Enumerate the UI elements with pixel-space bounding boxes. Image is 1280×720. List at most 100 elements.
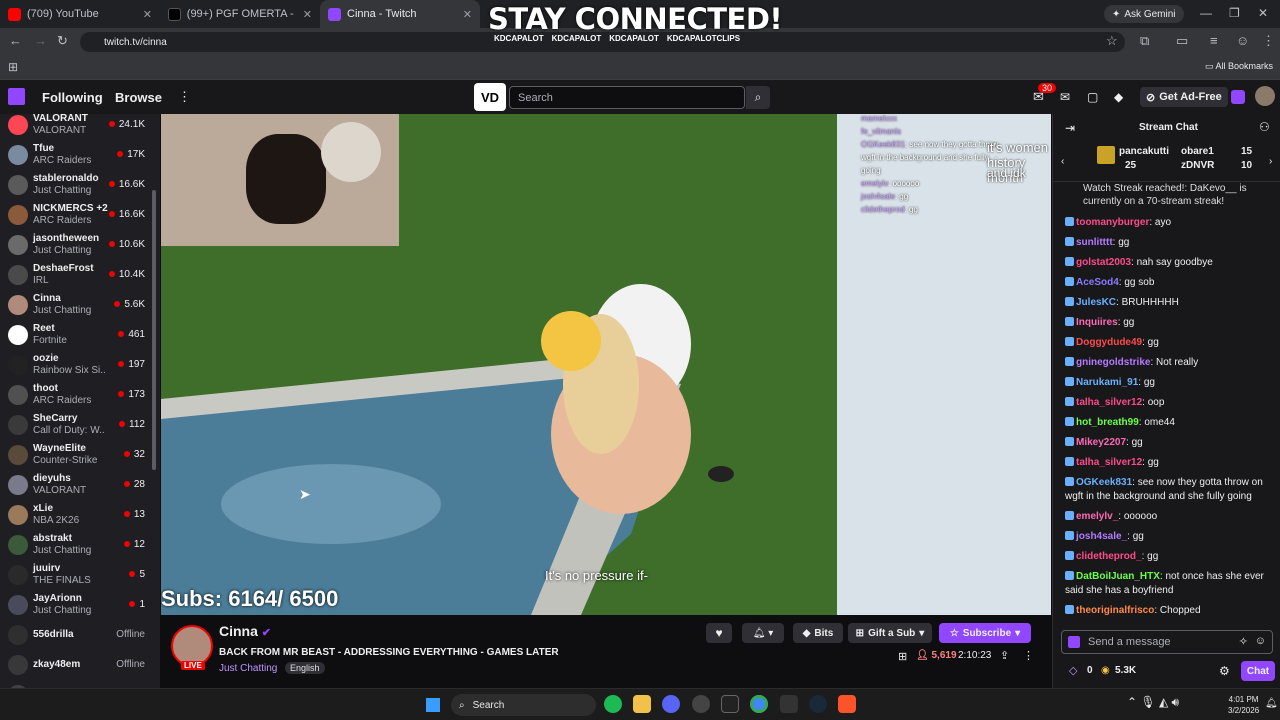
whispers-icon[interactable]: ✉ — [1060, 90, 1070, 104]
users-icon[interactable]: ⚇ — [1259, 120, 1270, 134]
all-bookmarks-button[interactable]: ▭ All Bookmarks — [1205, 61, 1273, 72]
sidebar-channel[interactable]: DeshaeFrost IRL 10.4K — [0, 260, 155, 290]
epic-games-icon[interactable] — [721, 695, 739, 713]
chat-username[interactable]: emelylv_ — [1076, 511, 1118, 522]
nav-browse[interactable]: Browse — [115, 90, 162, 105]
sidebar-channel[interactable]: Reet Fortnite 461 — [0, 320, 155, 350]
vd-logo[interactable]: VD — [474, 83, 506, 111]
back-icon[interactable]: ← — [9, 33, 22, 48]
notification-bell-button[interactable]: 🔔︎ ▾ — [742, 623, 784, 643]
chat-username[interactable]: hot_breath99 — [1076, 417, 1139, 428]
follow-heart-button[interactable]: ♥ — [706, 623, 732, 643]
chat-username[interactable]: talha_silver12 — [1076, 457, 1142, 468]
clip-grid-icon[interactable]: ⊞ — [898, 650, 907, 663]
search-button[interactable]: ⌕ — [746, 86, 770, 109]
get-ad-free-button[interactable]: ⊘ Get Ad-Free — [1140, 87, 1228, 107]
chrome-icon[interactable] — [750, 695, 768, 713]
app-icon[interactable] — [780, 695, 798, 713]
chat-username[interactable]: Mikey2207 — [1076, 437, 1126, 448]
close-icon[interactable]: ✕ — [143, 8, 152, 21]
tab-tiktok[interactable]: (99+) PGF OMERTA - ON POINT ✕ — [160, 0, 320, 28]
spotify-icon[interactable] — [604, 695, 622, 713]
tab-youtube[interactable]: (709) YouTube ✕ — [0, 0, 160, 28]
chat-username[interactable]: JulesKC — [1076, 297, 1116, 308]
minimize-icon[interactable]: — — [1200, 6, 1212, 20]
chat-settings-gear-icon[interactable]: ⚙ — [1219, 664, 1230, 678]
extensions-icon[interactable]: ⧉ — [1140, 33, 1149, 49]
emote-smile-icon[interactable]: ☺ — [1255, 635, 1266, 647]
chat-username[interactable]: Doggydude49 — [1076, 337, 1142, 348]
ask-gemini-button[interactable]: ✦ Ask Gemini — [1104, 5, 1184, 23]
tray-icons[interactable]: ⌃ 🎙︎ ◭ 🔊︎ — [1127, 695, 1179, 710]
stream-category[interactable]: Just Chatting — [219, 663, 277, 674]
close-icon[interactable]: ✕ — [303, 8, 312, 21]
chat-username[interactable]: Narukami_91 — [1076, 377, 1138, 388]
chevron-right-icon[interactable]: › — [1269, 156, 1272, 167]
sidebar-channel[interactable]: WayneElite Counter-Strike 32 — [0, 440, 155, 470]
chat-username[interactable]: theoriginalfrisco — [1076, 605, 1154, 616]
steam-icon[interactable] — [809, 695, 827, 713]
share-icon[interactable]: ⇪ — [1000, 649, 1009, 662]
chat-username[interactable]: OGKeek831 — [1076, 477, 1132, 488]
chat-username[interactable]: josh4sale_ — [1076, 531, 1127, 542]
taskbar-search[interactable]: ⌕ Search — [451, 694, 596, 716]
sidebar-channel[interactable]: thoot ARC Raiders 173 — [0, 380, 155, 410]
apps-grid-icon[interactable]: ⊞ — [8, 60, 18, 74]
chat-send-button[interactable]: Chat — [1241, 661, 1275, 681]
language-tag[interactable]: English — [285, 662, 325, 674]
settings-app-icon[interactable] — [692, 695, 710, 713]
sidebar-channel[interactable]: JayArionn Just Chatting 1 — [0, 590, 155, 620]
menu-icon[interactable]: ≡ — [1210, 33, 1218, 48]
bookmark-star-icon[interactable]: ☆ — [1106, 33, 1118, 49]
bits-button[interactable]: ◆ Bits — [793, 623, 843, 643]
sidebar-channel[interactable]: abstrakt Just Chatting 12 — [0, 530, 155, 560]
user-avatar[interactable] — [1255, 86, 1275, 106]
twitch-search-input[interactable]: Search — [509, 86, 745, 109]
chat-username[interactable]: sunlitttt — [1076, 237, 1113, 248]
chat-username[interactable]: talha_silver12 — [1076, 397, 1142, 408]
forward-icon[interactable]: → — [34, 33, 47, 48]
chat-username[interactable]: golstat2003 — [1076, 257, 1131, 268]
notifications-bell-icon[interactable]: 🔔︎ — [1265, 698, 1278, 709]
restore-icon[interactable]: ❐ — [1229, 6, 1240, 20]
sidebar-channel[interactable]: xLie NBA 2K26 13 — [0, 500, 155, 530]
sidebar-channel[interactable]: SheCarry Call of Duty: W... 112 — [0, 410, 155, 440]
profile-icon[interactable]: ☺ — [1236, 33, 1249, 48]
sidebar-channel[interactable]: stableronaldo Just Chatting 16.6K — [0, 170, 155, 200]
sidebar-channel[interactable]: Cinna Just Chatting 5.6K — [0, 290, 155, 320]
file-explorer-icon[interactable] — [633, 695, 651, 713]
subscribe-button[interactable]: ☆ Subscribe ▾ — [939, 623, 1031, 643]
sidebar-channel[interactable]: zkay48em Offline — [0, 650, 155, 680]
magic-icon[interactable]: ✧ — [1239, 635, 1248, 648]
more-menu-icon[interactable]: ⋮ — [178, 89, 191, 105]
sidebar-channel[interactable]: 556drilla Offline — [0, 620, 155, 650]
window-close-icon[interactable]: ✕ — [1258, 6, 1268, 20]
chat-username[interactable]: clidetheprod_ — [1076, 551, 1142, 562]
crown-icon[interactable]: ◆ — [1114, 90, 1123, 104]
sidebar-channel[interactable]: VibesByToniOffline — [0, 680, 155, 688]
sidebar-channel[interactable]: NICKMERCS +2 ARC Raiders 16.6K — [0, 200, 155, 230]
clock[interactable]: 4:01 PM 3/2/2026 — [1228, 694, 1259, 716]
tab-twitch[interactable]: Cinna - Twitch ✕ — [320, 0, 480, 28]
brave-icon[interactable] — [838, 695, 856, 713]
channel-points-icon[interactable]: ◇ — [1069, 664, 1077, 677]
sidebar-channel[interactable]: Tfue ARC Raiders 17K — [0, 140, 155, 170]
send-message-input[interactable]: Send a message ✧ ☺ — [1061, 630, 1273, 654]
collapse-chat-icon[interactable]: ⇥ — [1065, 121, 1075, 135]
chevron-left-icon[interactable]: ‹ — [1061, 156, 1064, 167]
sidebar-channel[interactable]: VALORANT VALORANT 24.1K — [0, 114, 155, 140]
sidebar-channel[interactable]: dieyuhs VALORANT 28 — [0, 470, 155, 500]
reload-icon[interactable]: ↻ — [57, 33, 68, 49]
kebab-menu-icon[interactable]: ⋮ — [1262, 33, 1275, 49]
chat-bubble-icon[interactable]: ▢ — [1087, 90, 1098, 104]
sidebar-scrollbar[interactable] — [152, 190, 156, 470]
more-options-icon[interactable]: ⋮ — [1023, 649, 1034, 662]
sidebar-channel[interactable]: juuirv THE FINALS 5 — [0, 560, 155, 590]
sidebar-channel[interactable]: oozie Rainbow Six Si... 197 — [0, 350, 155, 380]
channel-name[interactable]: Cinna ✔ — [219, 623, 271, 639]
video-player[interactable]: mamelxxx fe_vilmanls OGKeek831: see now th… — [161, 114, 1051, 615]
gift-sub-button[interactable]: ⊞ Gift a Sub ▾ — [848, 623, 932, 643]
twitch-logo-icon[interactable] — [8, 88, 25, 105]
discord-icon[interactable] — [662, 695, 680, 713]
sidebar-channel[interactable]: jasontheween Just Chatting 10.6K — [0, 230, 155, 260]
